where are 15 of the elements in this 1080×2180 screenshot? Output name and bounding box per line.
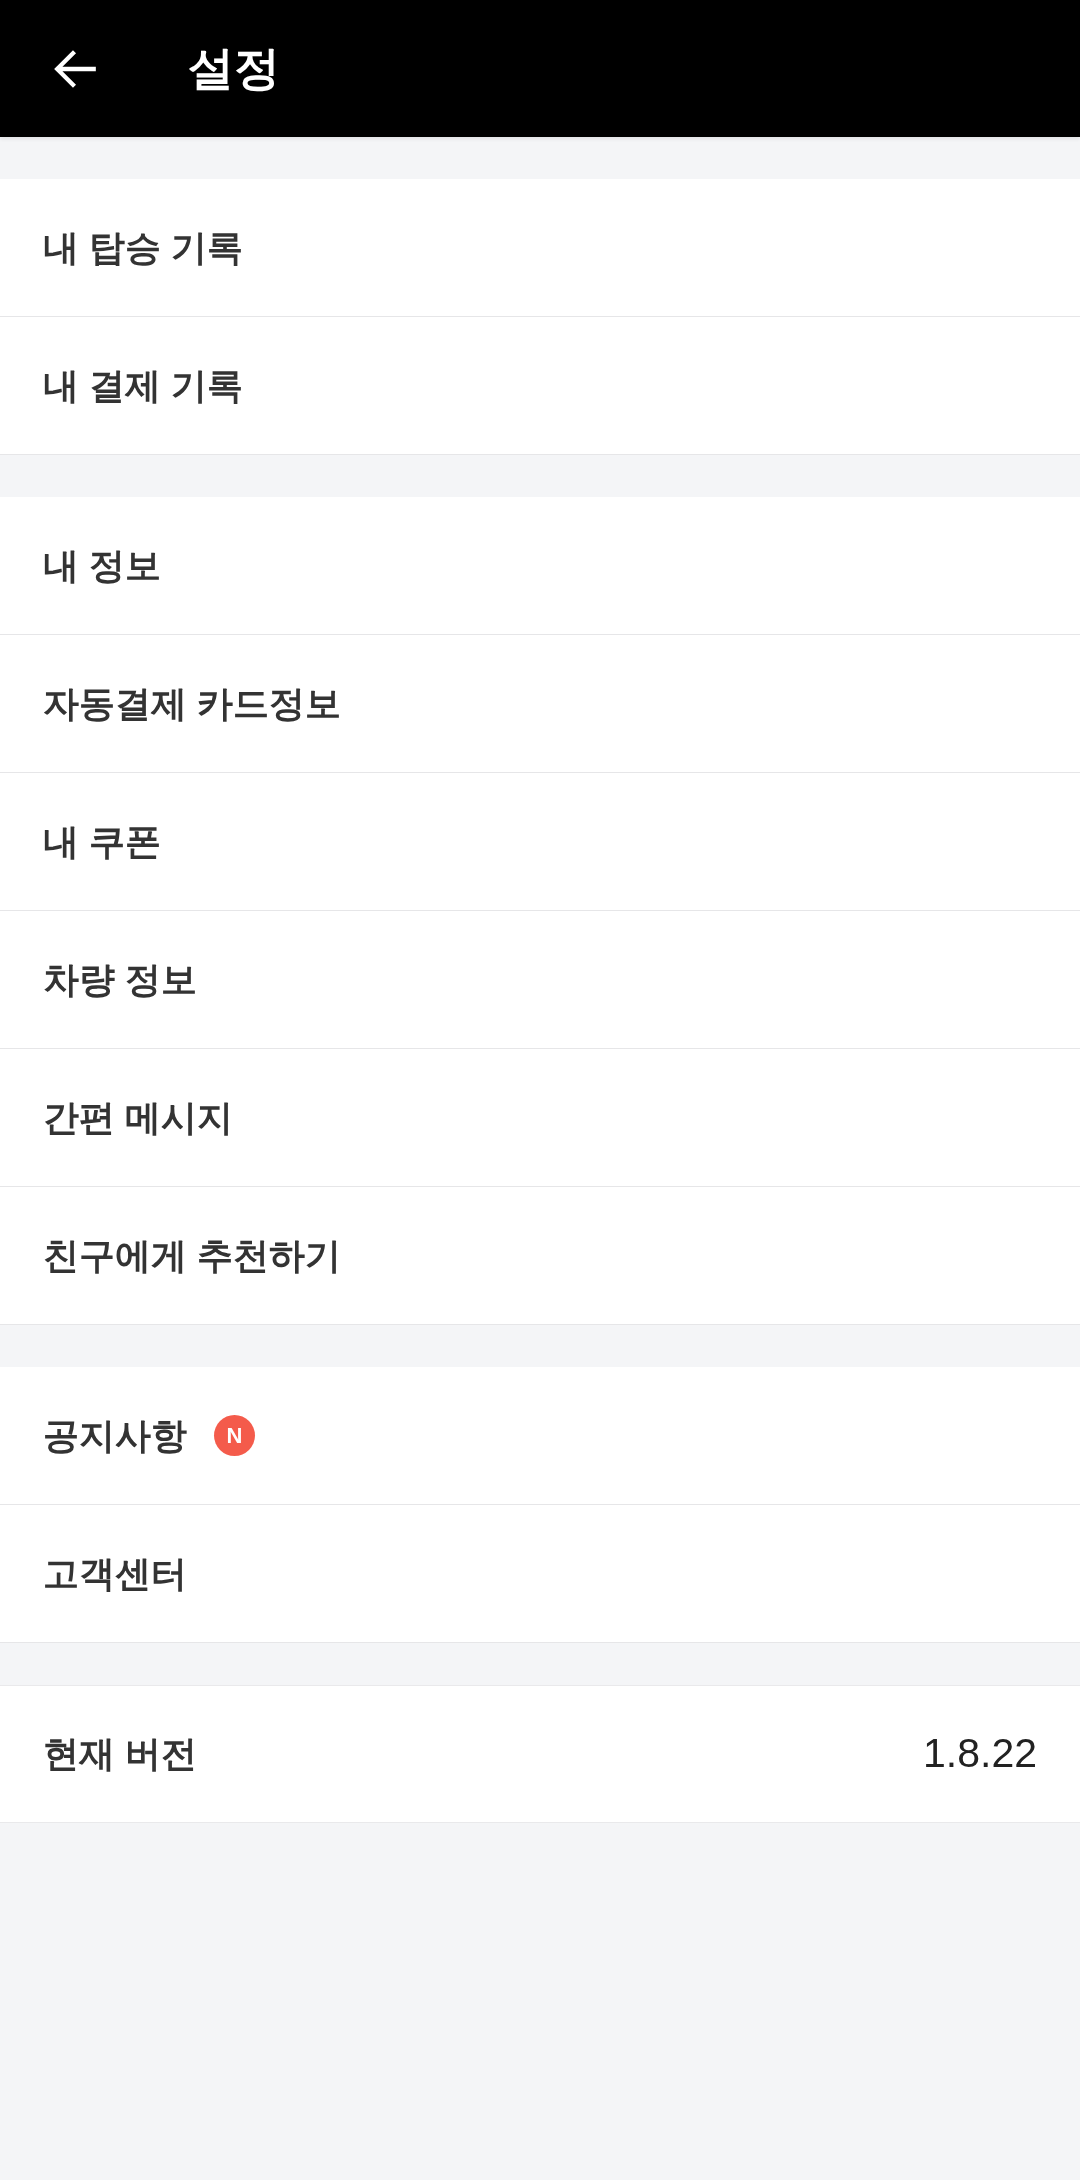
- back-icon: [52, 48, 96, 89]
- settings-menu-item[interactable]: 자동결제 카드정보: [0, 635, 1080, 773]
- version-number: 1.8.22: [923, 1729, 1037, 1779]
- settings-menu-item[interactable]: 내 정보: [0, 497, 1080, 635]
- new-badge: N: [214, 1415, 255, 1456]
- settings-menu-item[interactable]: 공지사항 N: [0, 1367, 1080, 1505]
- page-title: 설정: [188, 41, 280, 96]
- settings-menu-item[interactable]: 내 결제 기록: [0, 317, 1080, 455]
- settings-menu-item[interactable]: 간편 메시지: [0, 1049, 1080, 1187]
- settings-menu-item[interactable]: 내 쿠폰: [0, 773, 1080, 911]
- settings-menu-item[interactable]: 고객센터: [0, 1505, 1080, 1643]
- version-label: 현재 버전: [43, 1732, 197, 1776]
- settings-menu-item[interactable]: 차량 정보: [0, 911, 1080, 1049]
- settings-menu-item[interactable]: 내 탑승 기록: [0, 179, 1080, 317]
- settings-menu-item[interactable]: 친구에게 추천하기: [0, 1187, 1080, 1325]
